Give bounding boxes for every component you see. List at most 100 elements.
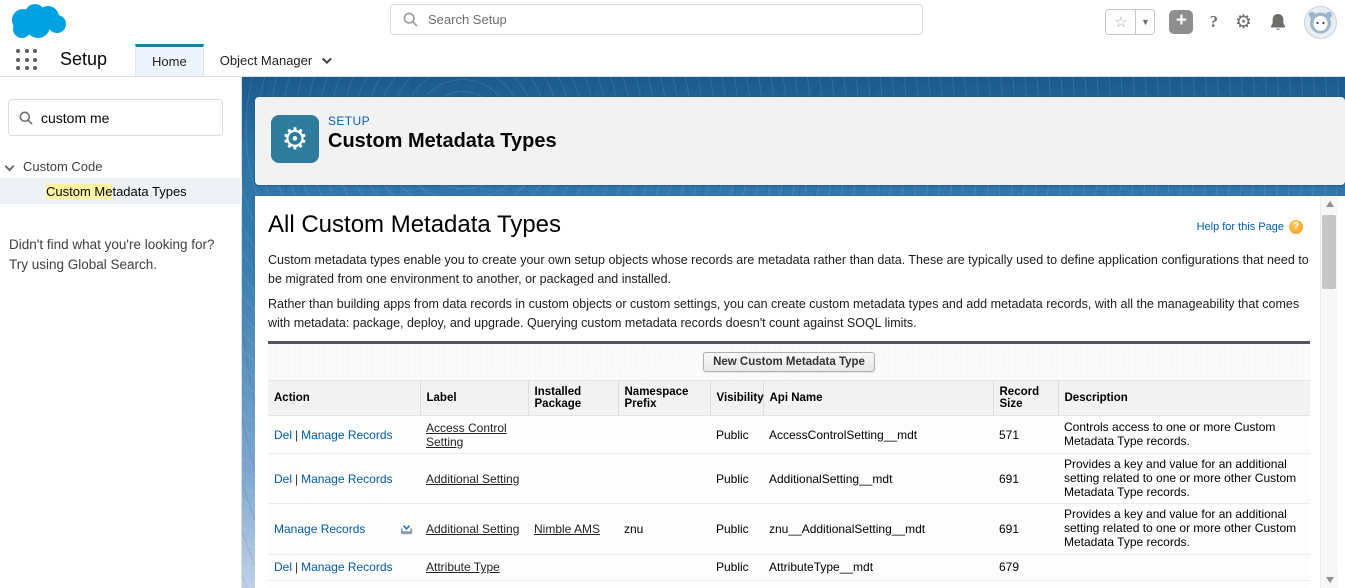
api-name-cell: AttributeType__mdt: [763, 554, 993, 580]
tab-home[interactable]: Home: [135, 44, 204, 76]
salesforce-setup-page: ☆ ▼ + ? ⚙: [0, 0, 1345, 588]
new-custom-metadata-type-button[interactable]: New Custom Metadata Type: [703, 352, 875, 372]
description-cell: Defines additional fields, filters, max …: [1058, 580, 1310, 588]
namespace-prefix-cell: [618, 416, 710, 454]
custom-metadata-table: ActionLabelInstalled PackageNamespace Pr…: [268, 380, 1310, 588]
del-link[interactable]: Del: [274, 472, 292, 486]
global-header: ☆ ▼ + ? ⚙: [0, 0, 1345, 44]
intro-paragraph-2: Rather than building apps from data reco…: [268, 295, 1315, 334]
column-header-record-size: Record Size: [993, 381, 1058, 416]
column-header-action: Action: [268, 381, 420, 416]
column-header-api-name: Api Name: [763, 381, 993, 416]
label-cell: Additional Setting: [420, 504, 528, 554]
setup-nav-bar: Setup Home Object Manager: [0, 44, 1345, 77]
notifications-bell-icon[interactable]: [1269, 13, 1287, 32]
api-name-cell: AccessControlSetting__mdt: [763, 416, 993, 454]
action-separator: |: [295, 560, 298, 574]
panel-scrollbar[interactable]: [1320, 196, 1337, 588]
sidebar-help-line2: Try using Global Search.: [9, 255, 229, 275]
action-separator: |: [295, 472, 298, 486]
scroll-up-icon[interactable]: [1321, 196, 1338, 212]
metadata-type-label-link[interactable]: Attribute Type: [426, 560, 500, 574]
action-separator: |: [295, 428, 298, 442]
sidebar-section-custom-code[interactable]: Custom Code: [0, 159, 242, 174]
app-launcher-icon[interactable]: [16, 49, 40, 73]
namespace-prefix-cell: [618, 580, 710, 588]
sidebar-search-input[interactable]: [41, 110, 222, 126]
manage-records-link[interactable]: Manage Records: [301, 560, 392, 574]
table-row: AutoCompleteSearchDefines additional fie…: [268, 580, 1310, 588]
table-row: Del|Manage Records Additional Setting Publ…: [268, 454, 1310, 504]
panel-heading: All Custom Metadata Types: [268, 211, 561, 239]
quick-create-icon[interactable]: +: [1169, 10, 1193, 34]
visibility-cell: [710, 580, 763, 588]
sidebar-item-custom-metadata-types[interactable]: Custom Metadata Types: [0, 178, 242, 204]
sidebar-item-label-rest: tadata Types: [112, 184, 186, 199]
main-panel: All Custom Metadata Types Help for this …: [255, 196, 1345, 588]
installed-package-link[interactable]: Nimble AMS: [534, 522, 600, 536]
table-row: Del|Manage RecordsAttribute TypePublicAt…: [268, 554, 1310, 580]
chevron-down-icon: [5, 162, 15, 172]
namespace-prefix-cell: znu: [618, 504, 710, 554]
search-highlight: Custom Me: [46, 184, 112, 199]
label-cell: Additional Setting: [420, 454, 528, 504]
del-link[interactable]: Del: [274, 428, 292, 442]
manage-records-link[interactable]: Manage Records: [274, 522, 365, 536]
visibility-cell: Public: [710, 416, 763, 454]
installed-package-cell: Nimble AMS: [528, 504, 618, 554]
help-link-label: Help for this Page: [1197, 221, 1284, 233]
table-header-row: ActionLabelInstalled PackageNamespace Pr…: [268, 381, 1310, 416]
metadata-type-label-link[interactable]: Access Control Setting: [426, 421, 507, 449]
user-avatar[interactable]: [1304, 6, 1337, 39]
setup-sidebar: Custom Code Custom Metadata Types Didn't…: [0, 77, 242, 588]
record-size-cell: [993, 580, 1058, 588]
manage-records-link[interactable]: Manage Records: [301, 472, 392, 486]
scrollbar-thumb[interactable]: [1322, 215, 1336, 289]
scroll-down-icon[interactable]: [1321, 572, 1338, 588]
label-cell: Attribute Type: [420, 554, 528, 580]
header-actions: ☆ ▼ + ? ⚙: [1105, 0, 1339, 44]
column-header-description: Description: [1058, 381, 1310, 416]
action-cell: Manage Records: [268, 504, 420, 554]
setup-gear-icon[interactable]: ⚙: [1235, 11, 1252, 34]
description-cell: [1058, 554, 1310, 580]
sidebar-search-box[interactable]: [8, 99, 223, 136]
label-cell: Access Control Setting: [420, 416, 528, 454]
api-name-cell: znu__AdditionalSetting__mdt: [763, 504, 993, 554]
record-size-cell: 691: [993, 504, 1058, 554]
action-cell: Del|Manage Records: [268, 416, 420, 454]
custom-metadata-gear-icon: ⚙: [271, 115, 319, 163]
metadata-type-label-link[interactable]: Additional Setting: [426, 522, 519, 536]
salesforce-logo-icon[interactable]: [8, 2, 70, 42]
namespace-prefix-cell: [618, 454, 710, 504]
installed-package-icon: [399, 520, 414, 535]
column-header-namespace-prefix: Namespace Prefix: [618, 381, 710, 416]
table-row: Manage Records Additional Setting Nimble A…: [268, 504, 1310, 554]
intro-paragraph-1: Custom metadata types enable you to crea…: [268, 251, 1315, 290]
namespace-prefix-cell: [618, 554, 710, 580]
table-body: Del|Manage RecordsAccess Control Setting…: [268, 416, 1310, 588]
help-icon[interactable]: ?: [1209, 12, 1218, 32]
global-search-input[interactable]: [428, 12, 922, 27]
favorites-star-icon[interactable]: ☆: [1106, 10, 1135, 34]
tab-home-label: Home: [152, 54, 187, 69]
action-cell: Del|Manage Records: [268, 454, 420, 504]
global-search-box[interactable]: [390, 4, 923, 35]
tab-object-manager[interactable]: Object Manager: [204, 44, 346, 76]
metadata-type-label-link[interactable]: Additional Setting: [426, 472, 519, 486]
manage-records-link[interactable]: Manage Records: [301, 428, 392, 442]
record-size-cell: 571: [993, 416, 1058, 454]
record-size-cell: 679: [993, 554, 1058, 580]
favorites-dropdown-icon[interactable]: ▼: [1135, 10, 1154, 34]
description-cell: Controls access to one or more Custom Me…: [1058, 416, 1310, 454]
sidebar-help-text: Didn't find what you're looking for? Try…: [9, 235, 229, 275]
favorites-control: ☆ ▼: [1105, 9, 1155, 35]
description-cell: Provides a key and value for an addition…: [1058, 454, 1310, 504]
app-name-label: Setup: [60, 49, 107, 76]
setup-background: ⚙ SETUP Custom Metadata Types All Custom…: [242, 77, 1345, 588]
del-link[interactable]: Del: [274, 560, 292, 574]
visibility-cell: Public: [710, 454, 763, 504]
page-header-card: ⚙ SETUP Custom Metadata Types: [255, 97, 1345, 185]
installed-package-cell: [528, 416, 618, 454]
help-for-this-page-link[interactable]: Help for this Page ?: [1197, 220, 1303, 234]
